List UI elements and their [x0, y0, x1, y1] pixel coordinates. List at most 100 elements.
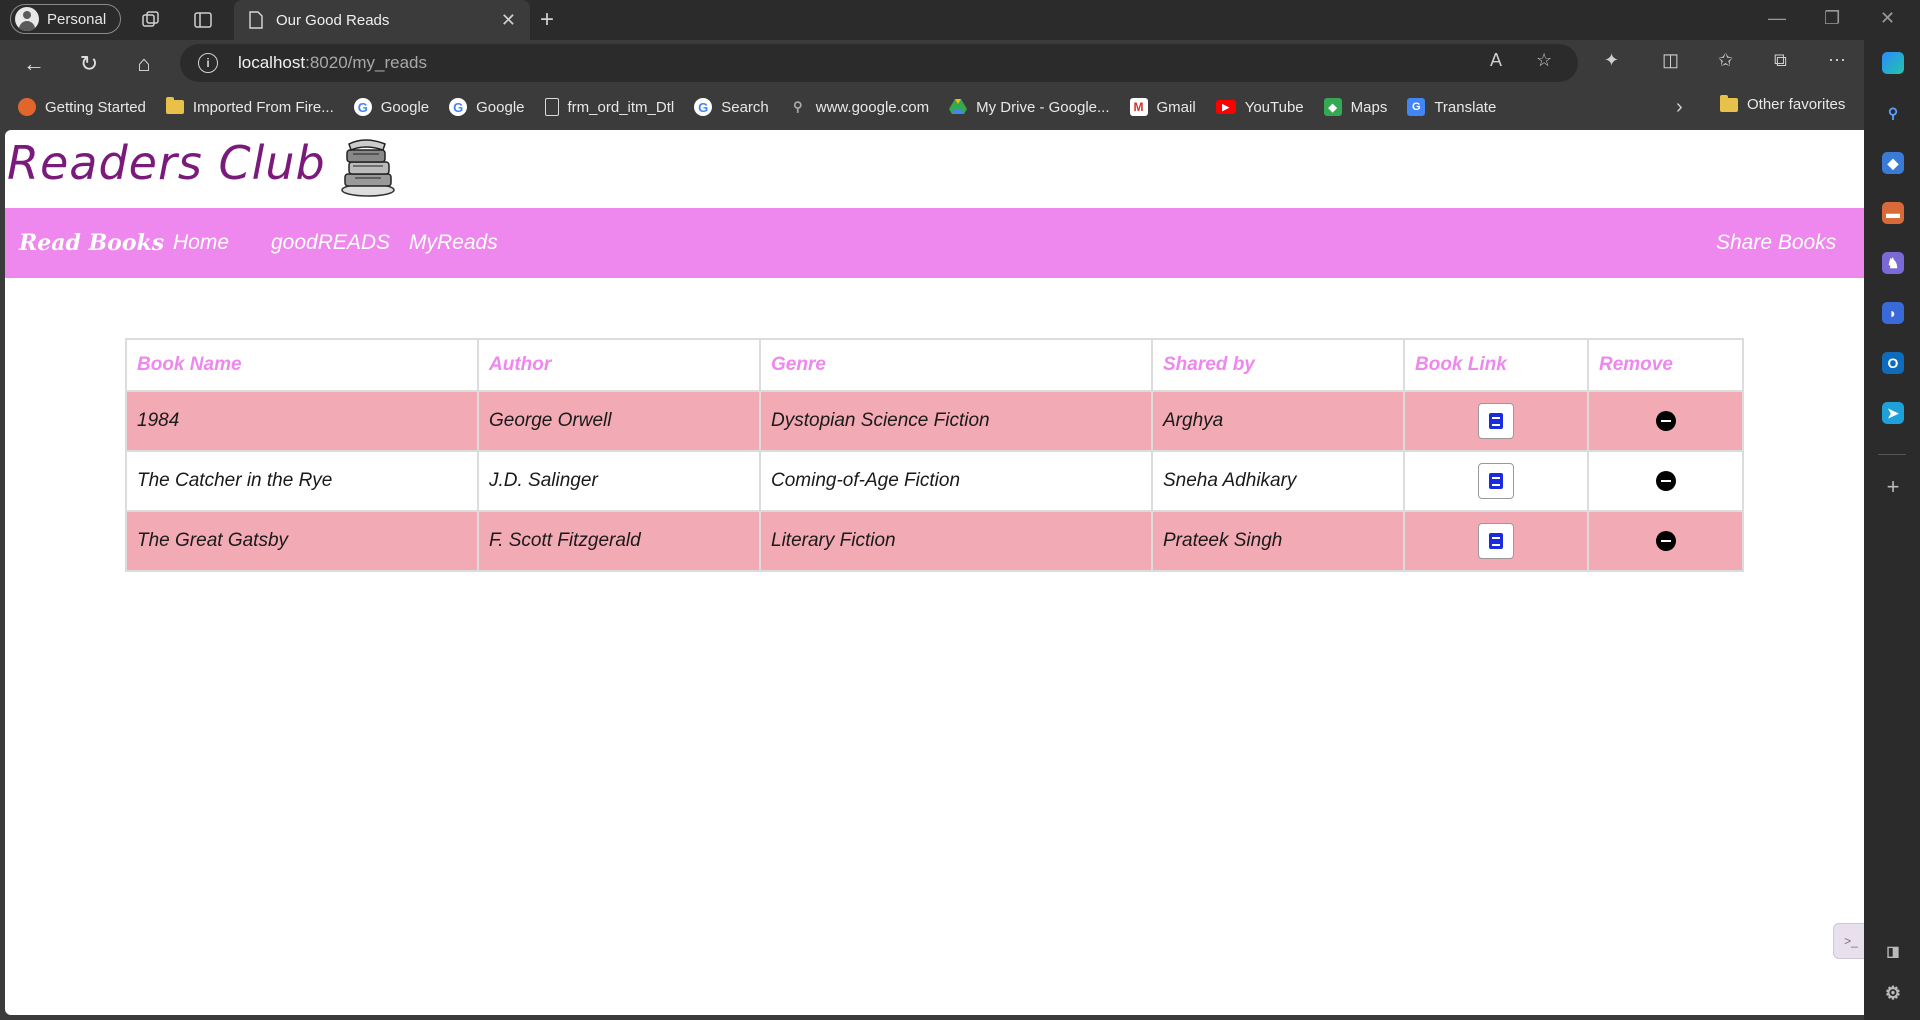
sidebar-handle-icon[interactable]: >_	[1833, 923, 1864, 959]
book-name-cell: The Catcher in the Rye	[125, 450, 479, 512]
shopping-icon[interactable]: ◆	[1882, 152, 1904, 174]
remove-cell	[1587, 450, 1744, 512]
bookmark-label: Google	[476, 98, 525, 116]
book-link-cell	[1403, 450, 1589, 512]
folder-icon	[165, 97, 184, 114]
bookmark-item[interactable]: G Search	[694, 98, 769, 116]
settings-gear-icon[interactable]: ⚙	[1882, 982, 1904, 1004]
site-info-icon[interactable]: i	[198, 53, 218, 73]
bookmark-item[interactable]: ◆ Maps	[1323, 98, 1388, 116]
bookmark-item[interactable]: G Translate	[1407, 98, 1496, 116]
bookmark-label: YouTube	[1244, 98, 1304, 116]
other-favorites[interactable]: Other favorites	[1720, 94, 1845, 113]
minimize-icon[interactable]: —	[1768, 8, 1786, 29]
bookmark-item[interactable]: ▶ YouTube	[1215, 98, 1304, 116]
remove-minus-icon[interactable]	[1655, 410, 1676, 431]
drive-icon	[949, 99, 968, 114]
copilot-icon[interactable]	[1882, 52, 1904, 74]
table-header-row: Book Name Author Genre Shared by Book Li…	[125, 338, 1744, 392]
nav-link-share-books[interactable]: Share Books	[1716, 231, 1836, 255]
outlook-icon[interactable]: O	[1882, 352, 1904, 374]
profile-button[interactable]: Personal	[10, 4, 122, 34]
tab-title: Our Good Reads	[276, 11, 390, 29]
search-icon[interactable]: ⚲	[1882, 102, 1904, 124]
column-header: Genre	[759, 338, 1153, 392]
nav-link-home[interactable]: Home	[173, 231, 229, 255]
bookmark-label: Imported From Fire...	[192, 98, 334, 116]
url-host: localhost	[238, 53, 306, 72]
tab-active[interactable]: Our Good Reads ✕	[234, 0, 530, 40]
books-logo-icon	[341, 139, 395, 197]
games-icon[interactable]: ♞	[1882, 252, 1904, 274]
restore-icon[interactable]: ❐	[1824, 8, 1840, 29]
home-icon[interactable]: ⌂	[130, 50, 158, 78]
bookmark-item[interactable]: G Google	[449, 98, 525, 116]
chevron-right-icon[interactable]: ›	[1676, 96, 1683, 119]
book-link-button[interactable]	[1478, 523, 1514, 559]
site-header: Readers Club	[5, 130, 1864, 208]
bookmark-label: My Drive - Google...	[976, 98, 1110, 116]
close-tab-icon[interactable]: ✕	[501, 10, 516, 31]
bookmark-label: Gmail	[1156, 98, 1196, 116]
nav-link-goodreads[interactable]: goodREADS	[271, 231, 390, 255]
browser-toolbar: ← ↻ ⌂ i localhost:8020/my_reads A ☆ ✦ ◫ …	[0, 40, 1920, 86]
collections-icon[interactable]: ⧉	[1774, 50, 1787, 71]
vertical-tabs-icon[interactable]	[192, 9, 214, 31]
bookmark-item[interactable]: G Google	[353, 98, 429, 116]
genre-cell: Coming-of-Age Fiction	[759, 450, 1153, 512]
author-cell: J.D. Salinger	[477, 450, 761, 512]
nav-link-myreads[interactable]: MyReads	[409, 231, 498, 255]
genre-cell: Literary Fiction	[759, 510, 1153, 572]
book-link-button[interactable]	[1478, 463, 1514, 499]
favorites-icon[interactable]: ✩	[1718, 50, 1733, 71]
new-tab-icon[interactable]: +	[540, 6, 554, 34]
bookmark-item[interactable]: frm_ord_itm_Dtl	[544, 98, 674, 116]
book-link-button[interactable]	[1478, 403, 1514, 439]
bookmark-item[interactable]: M Gmail	[1129, 98, 1196, 116]
remove-cell	[1587, 510, 1744, 572]
navbar-brand[interactable]: Read Books	[19, 230, 164, 256]
folder-icon	[1720, 94, 1738, 112]
send-icon[interactable]: ➤	[1882, 402, 1904, 424]
column-header: Author	[477, 338, 761, 392]
site-navbar: Read Books Home goodREADS MyReads Share …	[5, 208, 1864, 278]
favorite-star-icon[interactable]: ☆	[1536, 50, 1552, 71]
bookmark-label: Getting Started	[45, 98, 146, 116]
book-name-cell: 1984	[125, 390, 479, 452]
search-icon: ⚲	[792, 99, 803, 114]
page-icon	[544, 98, 559, 116]
book-name-cell: The Great Gatsby	[125, 510, 479, 572]
add-icon[interactable]: +	[1882, 474, 1904, 499]
site-title: Readers Club	[7, 136, 326, 190]
tools-icon[interactable]: ▬	[1882, 202, 1904, 224]
sidebar-toggle-icon[interactable]: ◨	[1882, 940, 1904, 962]
remove-minus-icon[interactable]	[1655, 470, 1676, 491]
bookmark-label: Maps	[1350, 98, 1388, 116]
gmail-icon: M	[1129, 98, 1148, 116]
bookmarks-bar: Getting Started Imported From Fire... G …	[0, 86, 1864, 128]
sidebar-divider	[1878, 454, 1906, 455]
table-row: The Catcher in the Rye J.D. Salinger Com…	[125, 450, 1744, 512]
book-icon	[1489, 473, 1503, 489]
back-icon[interactable]: ←	[20, 50, 48, 78]
workspaces-icon[interactable]	[140, 9, 162, 31]
author-cell: George Orwell	[477, 390, 761, 452]
firefox-icon	[18, 98, 36, 116]
read-aloud-icon[interactable]: A	[1490, 50, 1502, 71]
bookmark-item[interactable]: Getting Started	[18, 98, 146, 116]
close-window-icon[interactable]: ✕	[1880, 8, 1895, 29]
bookmark-item[interactable]: Imported From Fire...	[165, 97, 334, 116]
more-menu-icon[interactable]: ⋯	[1828, 50, 1846, 71]
microsoft365-icon[interactable]: ◗	[1882, 302, 1904, 324]
reads-table: Book Name Author Genre Shared by Book Li…	[125, 338, 1744, 572]
book-icon	[1489, 413, 1503, 429]
split-screen-icon[interactable]: ◫	[1662, 50, 1679, 71]
remove-minus-icon[interactable]	[1655, 530, 1676, 551]
page-viewport: Readers Club Read Books Home goodREADS M…	[5, 130, 1864, 1015]
extensions-icon[interactable]: ✦	[1604, 50, 1619, 71]
maps-icon: ◆	[1323, 98, 1342, 116]
refresh-icon[interactable]: ↻	[75, 50, 103, 78]
address-bar[interactable]: i localhost:8020/my_reads	[180, 44, 1578, 82]
bookmark-item[interactable]: ⚲ www.google.com	[789, 98, 929, 116]
bookmark-item[interactable]: My Drive - Google...	[949, 98, 1110, 116]
